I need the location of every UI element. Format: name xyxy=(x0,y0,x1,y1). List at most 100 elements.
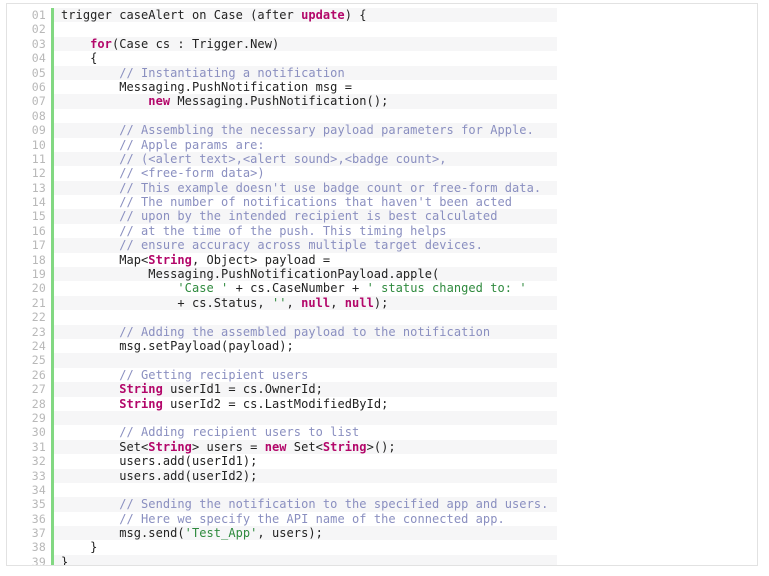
code-line[interactable] xyxy=(54,410,757,426)
code-token-kw: String xyxy=(119,382,163,397)
code-line[interactable]: // upon by the intended recipient is bes… xyxy=(54,209,757,224)
code-line[interactable]: // Adding the assembled payload to the n… xyxy=(54,324,757,339)
code-line[interactable]: // The number of notifications that have… xyxy=(54,195,757,209)
code-token-pln: } xyxy=(61,554,69,566)
code-line[interactable]: // (<alert text>,<alert sound>,<badge co… xyxy=(54,151,757,167)
code-content[interactable]: trigger caseAlert on Case (after update)… xyxy=(54,8,757,566)
code-token-kw: for xyxy=(90,36,112,51)
code-line[interactable] xyxy=(54,483,757,497)
code-token-kw: new xyxy=(148,94,171,109)
line-number: 16 xyxy=(31,223,46,238)
code-token-cmt: // Assembling the necessary payload para… xyxy=(119,123,534,138)
code-token-cmt: // Instantiating a notification xyxy=(119,65,345,80)
code-token-pln xyxy=(61,512,119,526)
code-body: 01 02 03 04 05 06 07 08 09 10 11 12 13 14 15 16 17 18 19 20… xyxy=(7,4,757,566)
code-line[interactable] xyxy=(54,353,757,368)
code-token-pln xyxy=(61,325,119,339)
code-token-cmt: // at the time of the push. This timing … xyxy=(119,223,447,238)
code-line[interactable]: // <free-form data>) xyxy=(54,166,757,180)
code-line[interactable]: 'Case ' + cs.CaseNumber + ' status chang… xyxy=(54,281,757,295)
code-token-pln: } xyxy=(61,540,98,555)
code-line[interactable]: Messaging.PushNotification msg = xyxy=(54,80,757,94)
code-token-pln: (Case cs : Trigger.New) xyxy=(111,36,280,51)
code-token-pln xyxy=(61,209,119,223)
code-line[interactable]: String userId1 = cs.OwnerId; xyxy=(54,382,757,397)
code-line[interactable]: // Apple params are: xyxy=(54,138,757,152)
code-token-str: '' xyxy=(271,295,287,310)
code-token-pln xyxy=(61,181,119,195)
code-token-pln xyxy=(61,166,119,180)
code-line[interactable]: // Assembling the necessary payload para… xyxy=(54,123,757,138)
line-number: 17 xyxy=(31,238,46,253)
code-line[interactable]: { xyxy=(54,51,757,65)
code-line[interactable] xyxy=(54,22,757,36)
code-line[interactable] xyxy=(54,310,757,324)
code-token-pln: { xyxy=(61,51,98,66)
line-number: 04 xyxy=(31,51,46,66)
code-token-pln xyxy=(61,238,119,252)
code-line[interactable]: } xyxy=(54,540,757,554)
code-line[interactable]: // at the time of the push. This timing … xyxy=(54,224,757,238)
code-token-pln: Messaging.PushNotificationPayload.apple( xyxy=(61,267,440,282)
code-token-pln xyxy=(61,195,119,209)
code-line[interactable]: + cs.Status, '', null, null); xyxy=(54,295,757,311)
code-token-pln xyxy=(61,94,148,108)
line-number: 37 xyxy=(31,526,46,541)
code-line[interactable]: users.add(userId1); xyxy=(54,454,757,468)
code-token-pln xyxy=(61,281,177,295)
line-number: 21 xyxy=(31,295,46,310)
code-token-pln: trigger caseAlert on Case (after xyxy=(61,8,302,22)
code-token-cmt: // Adding the assembled payload to the n… xyxy=(119,324,491,339)
code-token-cmt: // (<alert text>,<alert sound>,<badge co… xyxy=(119,151,447,166)
code-token-pln xyxy=(61,425,119,439)
code-line[interactable]: // Adding recipient users to list xyxy=(54,425,757,439)
line-number: 07 xyxy=(31,94,46,109)
line-number: 39 xyxy=(31,554,46,566)
code-token-pln: ) { xyxy=(344,8,367,22)
code-token-cmt: // upon by the intended recipient is bes… xyxy=(119,209,498,224)
code-line[interactable]: trigger caseAlert on Case (after update)… xyxy=(54,8,757,23)
code-token-cmt: // This example doesn't use badge count … xyxy=(119,180,542,195)
line-number: 14 xyxy=(31,195,46,210)
code-line[interactable]: // This example doesn't use badge count … xyxy=(54,180,757,196)
code-token-pln: Messaging.PushNotification msg = xyxy=(61,79,352,94)
code-line[interactable]: String userId2 = cs.LastModifiedById; xyxy=(54,397,757,411)
code-line[interactable] xyxy=(54,109,757,123)
line-number-gutter: 01 02 03 04 05 06 07 08 09 10 11 12 13 14 15 16 17 18 19 20… xyxy=(7,8,51,566)
code-line[interactable]: msg.send('Test_App', users); xyxy=(54,526,757,541)
code-line[interactable]: new Messaging.PushNotification(); xyxy=(54,94,757,109)
line-number: 36 xyxy=(31,511,46,526)
line-number: 38 xyxy=(31,540,46,555)
code-token-kw: String xyxy=(148,252,192,267)
code-line[interactable]: Set<String> users = new Set<String>(); xyxy=(54,439,757,455)
code-line[interactable]: // Getting recipient users xyxy=(54,368,757,382)
code-line[interactable]: for(Case cs : Trigger.New) xyxy=(54,36,757,52)
code-token-pln: >(); xyxy=(366,439,396,454)
code-token-str: 'Test_App' xyxy=(184,526,258,541)
line-number: 23 xyxy=(31,324,46,339)
code-line[interactable]: users.add(userId2); xyxy=(54,468,757,483)
code-token-pln xyxy=(61,66,119,80)
code-token-pln xyxy=(61,397,119,411)
code-line[interactable]: msg.setPayload(payload); xyxy=(54,339,757,353)
code-line[interactable]: // Sending the notification to the speci… xyxy=(54,497,757,512)
code-line[interactable]: // Instantiating a notification xyxy=(54,65,757,80)
code-token-kw: null xyxy=(344,295,374,310)
code-line[interactable]: Messaging.PushNotificationPayload.apple( xyxy=(54,267,757,282)
line-number: 01 xyxy=(31,8,46,22)
line-number: 34 xyxy=(31,482,46,497)
code-line[interactable]: // ensure accuracy across multiple targe… xyxy=(54,238,757,253)
code-token-cmt: // ensure accuracy across multiple targe… xyxy=(119,238,483,253)
code-token-str: 'Case ' xyxy=(177,281,229,296)
line-number: 05 xyxy=(31,65,46,80)
code-line[interactable]: // Here we specify the API name of the c… xyxy=(54,512,757,526)
line-number: 20 xyxy=(31,281,46,296)
code-token-pln: Messaging.PushNotification(); xyxy=(170,94,389,109)
code-token-pln xyxy=(61,152,119,166)
line-number: 06 xyxy=(31,79,46,94)
code-token-cmt: // Sending the notification to the speci… xyxy=(119,497,549,512)
code-line[interactable]: } xyxy=(54,554,757,566)
code-line[interactable]: Map<String, Object> payload = xyxy=(54,253,757,267)
code-token-pln: , xyxy=(330,295,345,310)
code-token-cmt: // Apple params are: xyxy=(119,137,265,152)
